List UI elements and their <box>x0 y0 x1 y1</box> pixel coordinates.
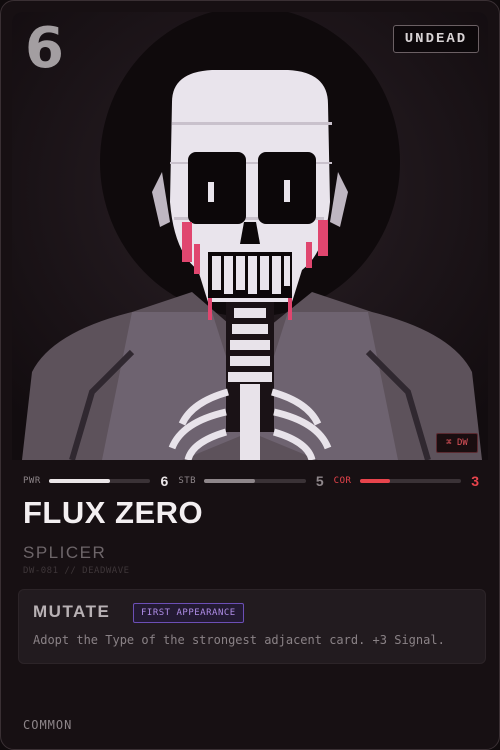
stat-track <box>49 479 151 483</box>
rarity-label: COMMON <box>23 718 73 732</box>
stat-track <box>359 479 461 483</box>
stat-bar-row: PWR 6 STB 5 COR 3 <box>23 473 479 489</box>
card-subtype: SPLICER <box>23 543 107 562</box>
stat-fill <box>204 479 255 483</box>
stat-label: STB <box>178 476 197 486</box>
stat-value: 3 <box>471 473 479 489</box>
skeleton-portrait-image <box>12 12 488 460</box>
card-artwork <box>12 12 488 460</box>
ability-name: MUTATE <box>33 602 111 621</box>
ability-box: MUTATE FIRST APPEARANCE Adopt the Type o… <box>18 589 486 664</box>
stat-value: 6 <box>160 473 169 489</box>
stat-value: 5 <box>315 473 324 489</box>
stat-fill <box>49 479 110 483</box>
card-name: FLUX ZERO <box>23 495 204 530</box>
card[interactable]: 6 UNDEAD ⌘ DW PWR 6 STB 5 COR 3 FLUX ZER… <box>0 0 500 750</box>
card-code: DW-081 // DEADWAVE <box>23 566 130 576</box>
ability-text: Adopt the Type of the strongest adjacent… <box>33 633 445 647</box>
card-cost: 6 <box>25 16 64 81</box>
stat-stb: STB 5 <box>178 473 323 489</box>
stat-label: COR <box>333 476 352 486</box>
stat-pwr: PWR 6 <box>23 473 168 489</box>
stat-track <box>204 479 306 483</box>
set-code-badge: ⌘ DW <box>436 433 478 453</box>
ability-tag-badge: FIRST APPEARANCE <box>133 603 244 623</box>
stat-label: PWR <box>23 476 41 486</box>
type-badge: UNDEAD <box>393 25 479 53</box>
stat-cor: COR 3 <box>334 473 479 489</box>
stat-fill <box>359 479 391 483</box>
